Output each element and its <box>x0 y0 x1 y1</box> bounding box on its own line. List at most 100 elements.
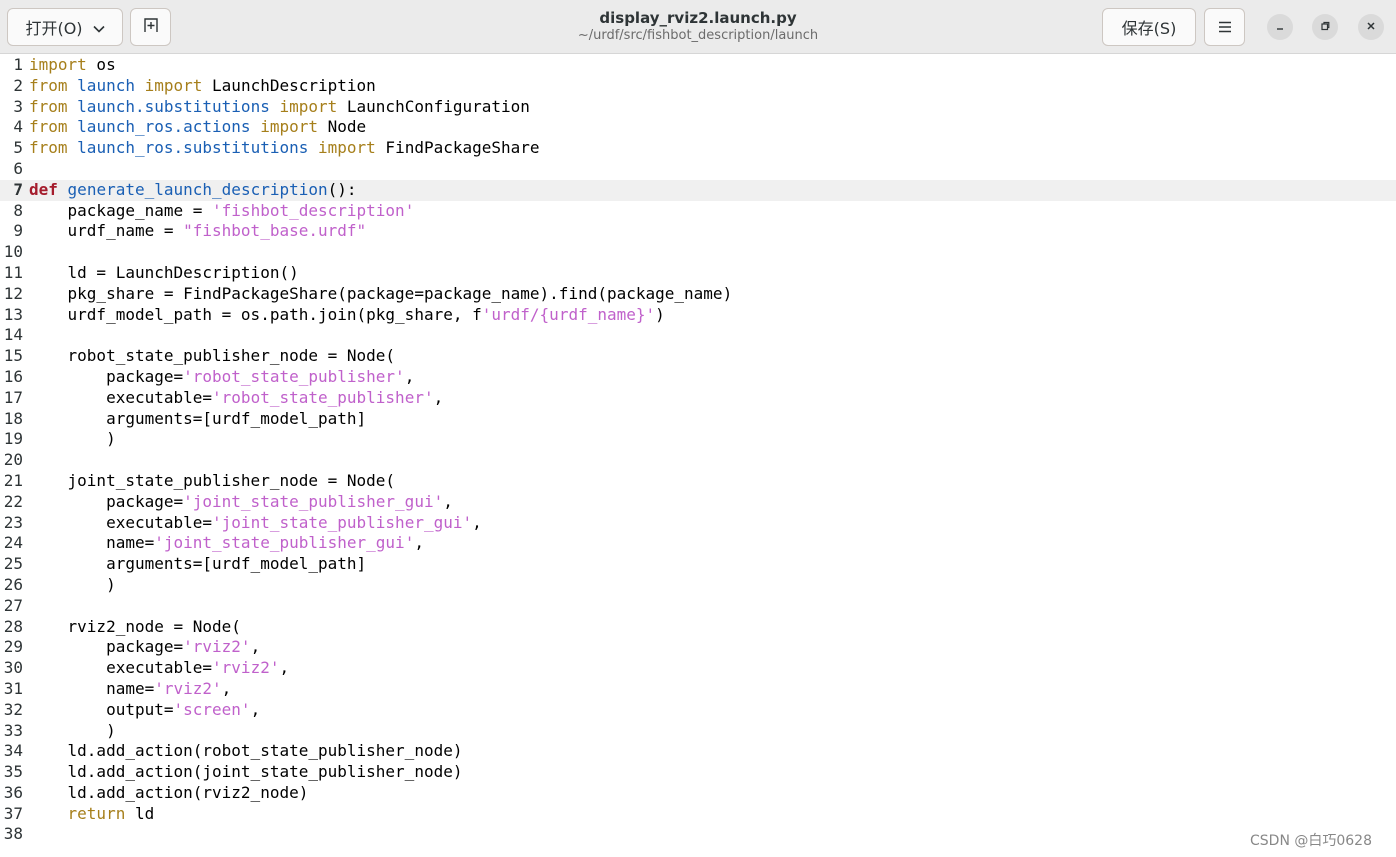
code-line[interactable]: 24 name='joint_state_publisher_gui', <box>0 533 1396 554</box>
code-text: return ld <box>29 803 155 825</box>
code-text: arguments=[urdf_model_path] <box>29 409 366 430</box>
code-line[interactable]: 37 return ld <box>0 804 1396 825</box>
code-token: ld.add_action(rviz2_node) <box>29 782 309 802</box>
code-line[interactable]: 14 <box>0 325 1396 346</box>
line-number: 21 <box>3 470 23 490</box>
code-text: urdf_name = "fishbot_base.urdf" <box>29 221 367 242</box>
code-token: launch_ros.substitutions <box>77 138 309 158</box>
code-line[interactable]: 25 arguments=[urdf_model_path] <box>0 554 1396 575</box>
code-line[interactable]: 7 def generate_launch_description(): <box>0 179 1396 201</box>
code-token: , <box>279 658 290 678</box>
code-line[interactable]: 4 from launch_ros.actions import Node <box>0 117 1396 138</box>
code-token: os <box>86 55 116 74</box>
code-line[interactable]: 31 name='rviz2', <box>0 679 1396 700</box>
code-token: 'robot_state_publisher' <box>212 387 434 407</box>
code-token: ld = LaunchDescription() <box>29 262 299 282</box>
code-token: ) <box>29 720 116 740</box>
code-line[interactable]: 34 ld.add_action(robot_state_publisher_n… <box>0 741 1396 762</box>
code-token: name= <box>29 678 155 698</box>
line-number: 4 <box>13 117 23 137</box>
open-button[interactable]: 打开(O) <box>7 8 123 46</box>
code-line[interactable]: 32 output='screen', <box>0 700 1396 721</box>
code-editor[interactable]: 1 import os 2 from launch import LaunchDesc… <box>0 55 1396 857</box>
code-line[interactable]: 11 ld = LaunchDescription() <box>0 263 1396 284</box>
code-line[interactable]: 35 ld.add_action(joint_state_publisher_n… <box>0 762 1396 783</box>
code-line[interactable]: 18 arguments=[urdf_model_path] <box>0 409 1396 430</box>
code-line[interactable]: 27 <box>0 596 1396 617</box>
code-token: arguments=[urdf_model_path] <box>29 554 367 574</box>
restore-button[interactable] <box>1312 14 1338 40</box>
code-line[interactable]: 21 joint_state_publisher_node = Node( <box>0 471 1396 492</box>
document-title: display_rviz2.launch.py <box>599 9 797 27</box>
code-line[interactable]: 15 robot_state_publisher_node = Node( <box>0 346 1396 367</box>
code-token: from <box>29 117 68 137</box>
new-tab-button[interactable] <box>130 8 171 46</box>
code-line[interactable]: 17 executable='robot_state_publisher', <box>0 388 1396 409</box>
code-token: ) <box>29 574 116 594</box>
code-line[interactable]: 6 <box>0 159 1396 180</box>
code-line[interactable]: 5 from launch_ros.substitutions import Fi… <box>0 138 1396 159</box>
code-line[interactable]: 3 from launch.substitutions import Launch… <box>0 97 1396 118</box>
code-token: 'joint_state_publisher_gui' <box>212 512 473 532</box>
code-token: , <box>250 637 261 657</box>
code-token: import <box>260 117 318 137</box>
line-number: 5 <box>13 138 23 158</box>
line-number: 18 <box>3 408 23 428</box>
code-token: LaunchConfiguration <box>337 96 530 116</box>
code-line[interactable]: 33 ) <box>0 721 1396 742</box>
code-text: ) <box>29 429 116 450</box>
code-line[interactable]: 19 ) <box>0 429 1396 450</box>
code-line[interactable]: 8 package_name = 'fishbot_description' <box>0 201 1396 222</box>
code-token: ) <box>655 304 665 324</box>
code-line[interactable]: 16 package='robot_state_publisher', <box>0 367 1396 388</box>
code-line[interactable]: 12 pkg_share = FindPackageShare(package=… <box>0 284 1396 305</box>
line-number: 38 <box>3 824 23 844</box>
code-token: ld <box>125 803 155 823</box>
code-line[interactable]: 23 executable='joint_state_publisher_gui… <box>0 513 1396 534</box>
close-button[interactable] <box>1358 14 1384 40</box>
code-token: 'rviz2' <box>212 658 280 678</box>
code-token: 'screen' <box>173 699 251 719</box>
line-number: 9 <box>13 221 23 241</box>
watermark: CSDN @白巧0628 <box>1250 833 1372 849</box>
line-number: 12 <box>3 283 23 303</box>
code-token: ) <box>29 429 116 449</box>
code-line[interactable]: 36 ld.add_action(rviz2_node) <box>0 783 1396 804</box>
code-token: 'fishbot_description' <box>212 200 415 220</box>
code-text: arguments=[urdf_model_path] <box>29 554 366 575</box>
code-text: ) <box>29 721 116 742</box>
code-token: from <box>29 96 68 116</box>
code-line[interactable]: 29 package='rviz2', <box>0 637 1396 658</box>
code-line[interactable]: 26 ) <box>0 575 1396 596</box>
code-token: package_name = <box>29 200 213 220</box>
code-token: package= <box>29 491 184 511</box>
code-line[interactable]: 30 executable='rviz2', <box>0 658 1396 679</box>
minimize-icon <box>1275 20 1285 35</box>
line-number: 33 <box>3 720 23 740</box>
save-button[interactable]: 保存(S) <box>1102 8 1196 46</box>
code-line[interactable]: 38 <box>0 824 1396 845</box>
code-line[interactable]: 2 from launch import LaunchDescription <box>0 76 1396 97</box>
code-token: output= <box>29 699 174 719</box>
code-token: 'joint_state_publisher_gui' <box>154 533 415 553</box>
code-token: 'robot_state_publisher' <box>183 366 405 386</box>
code-line[interactable]: 28 rviz2_node = Node( <box>0 617 1396 638</box>
code-token: arguments=[urdf_model_path] <box>29 408 367 428</box>
code-text: ld.add_action(rviz2_node) <box>29 782 309 804</box>
code-line[interactable]: 10 <box>0 242 1396 263</box>
code-line[interactable]: 1 import os <box>0 55 1396 76</box>
code-token: Node <box>318 117 367 137</box>
minimize-button[interactable] <box>1267 14 1293 40</box>
code-line[interactable]: 20 <box>0 450 1396 471</box>
line-number: 17 <box>3 387 23 407</box>
code-line[interactable]: 13 urdf_model_path = os.path.join(pkg_sh… <box>0 305 1396 326</box>
line-number: 8 <box>13 200 23 220</box>
code-line[interactable]: 9 urdf_name = "fishbot_base.urdf" <box>0 221 1396 242</box>
line-number: 32 <box>3 699 23 719</box>
main-menu-button[interactable] <box>1204 8 1245 46</box>
code-line[interactable]: 22 package='joint_state_publisher_gui', <box>0 492 1396 513</box>
code-token: 'rviz2' <box>154 678 222 698</box>
code-token: pkg_share = FindPackageShare(package=pac… <box>29 283 733 303</box>
code-text: rviz2_node = Node( <box>29 617 241 638</box>
